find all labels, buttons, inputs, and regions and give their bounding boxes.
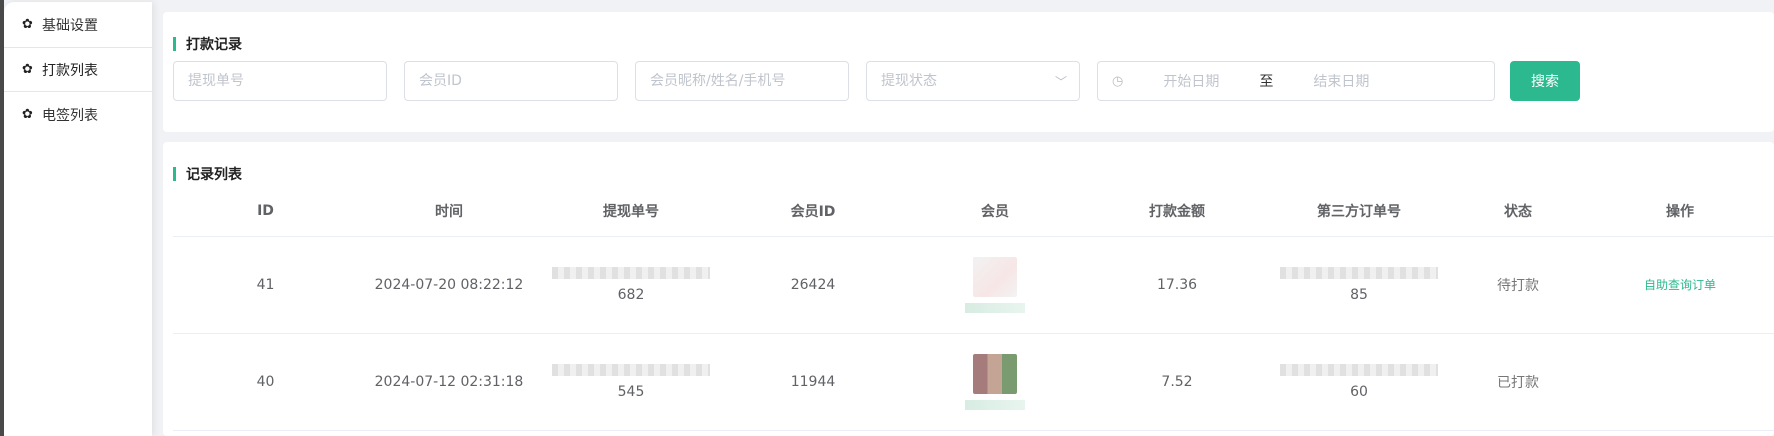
cell-third-party-order: 60 [1268, 333, 1450, 431]
cell-time: 2024-07-20 08:22:12 [358, 236, 540, 334]
sidebar-item-label: 电签列表 [42, 107, 98, 124]
cell-member [904, 333, 1086, 431]
redacted-text [1280, 266, 1438, 279]
cell-member-id: 11944 [722, 333, 904, 431]
withdraw-no-input[interactable] [188, 73, 386, 89]
gear-icon: ✿ [22, 62, 33, 77]
redacted-text [552, 363, 710, 376]
redacted-text [552, 266, 710, 279]
redacted-text [1280, 363, 1438, 376]
redacted-name [965, 302, 1025, 313]
cell-withdraw-no: 682 [540, 236, 722, 334]
column-header: 提现单号 [540, 186, 722, 237]
records-table: ID 时间 提现单号 会员ID 会员 打款金额 第三方订单号 状态 操作 41 … [173, 186, 1774, 431]
column-header: 第三方订单号 [1268, 186, 1450, 237]
column-header: 时间 [358, 186, 540, 237]
query-order-link[interactable]: 自助查询订单 [1644, 278, 1716, 292]
sidebar: ✿ 基础设置 ✿ 打款列表 ✿ 电签列表 [4, 2, 152, 436]
column-header: 状态 [1450, 186, 1586, 237]
sidebar-item-esign-list[interactable]: ✿ 电签列表 [4, 92, 152, 137]
member-id-field[interactable] [404, 61, 618, 101]
redacted-name [965, 399, 1025, 410]
search-card-title: 打款记录 [173, 34, 242, 54]
column-header: ID [173, 186, 358, 237]
column-header: 会员ID [722, 186, 904, 237]
records-card-title: 记录列表 [173, 164, 242, 184]
column-header: 打款金额 [1086, 186, 1268, 237]
cell-time: 2024-07-12 02:31:18 [358, 333, 540, 431]
cell-member [904, 236, 1086, 334]
cell-id: 41 [173, 236, 358, 334]
member-name-input[interactable] [650, 73, 848, 89]
cell-action: 自助查询订单 [1586, 236, 1774, 334]
status-select-input[interactable] [881, 73, 1079, 89]
clock-icon: ◷ [1112, 73, 1124, 89]
cell-amount: 7.52 [1086, 333, 1268, 431]
records-card: 记录列表 ID 时间 提现单号 会员ID 会员 打款金额 第三方订单号 状态 操… [163, 142, 1774, 436]
withdraw-no-field[interactable] [173, 61, 387, 101]
sidebar-item-label: 基础设置 [42, 17, 98, 34]
search-button[interactable]: 搜索 [1510, 61, 1580, 101]
avatar [973, 256, 1017, 297]
table-row: 40 2024-07-12 02:31:18 545 11944 7.52 60… [173, 333, 1774, 431]
gear-icon: ✿ [22, 17, 33, 32]
cell-status: 待打款 [1450, 236, 1586, 334]
member-id-input[interactable] [419, 73, 617, 89]
end-date-placeholder[interactable]: 结束日期 [1313, 71, 1369, 91]
cell-action [1586, 333, 1774, 431]
search-card: 打款记录 ﹀ ◷ 开始日期 至 结束日期 搜索 [163, 12, 1774, 132]
column-header: 会员 [904, 186, 1086, 237]
title-accent-bar [173, 37, 176, 51]
table-header-row: ID 时间 提现单号 会员ID 会员 打款金额 第三方订单号 状态 操作 [173, 186, 1774, 237]
cell-id: 40 [173, 333, 358, 431]
cell-status: 已打款 [1450, 333, 1586, 431]
column-header: 操作 [1586, 186, 1774, 237]
sidebar-item-label: 打款列表 [42, 62, 98, 79]
cell-withdraw-no: 545 [540, 333, 722, 431]
cell-amount: 17.36 [1086, 236, 1268, 334]
cell-member-id: 26424 [722, 236, 904, 334]
date-range-picker[interactable]: ◷ 开始日期 至 结束日期 [1097, 61, 1495, 101]
chevron-down-icon: ﹀ [1054, 75, 1067, 89]
member-name-field[interactable] [635, 61, 849, 101]
sidebar-item-basic-settings[interactable]: ✿ 基础设置 [4, 2, 152, 47]
start-date-placeholder[interactable]: 开始日期 [1163, 71, 1219, 91]
sidebar-item-payment-list[interactable]: ✿ 打款列表 [4, 47, 152, 92]
status-select[interactable]: ﹀ [866, 61, 1080, 101]
date-separator: 至 [1259, 74, 1274, 90]
gear-icon: ✿ [22, 107, 33, 122]
title-accent-bar [173, 167, 176, 181]
cell-third-party-order: 85 [1268, 236, 1450, 334]
avatar [973, 353, 1017, 394]
table-row: 41 2024-07-20 08:22:12 682 26424 17.36 8… [173, 236, 1774, 334]
